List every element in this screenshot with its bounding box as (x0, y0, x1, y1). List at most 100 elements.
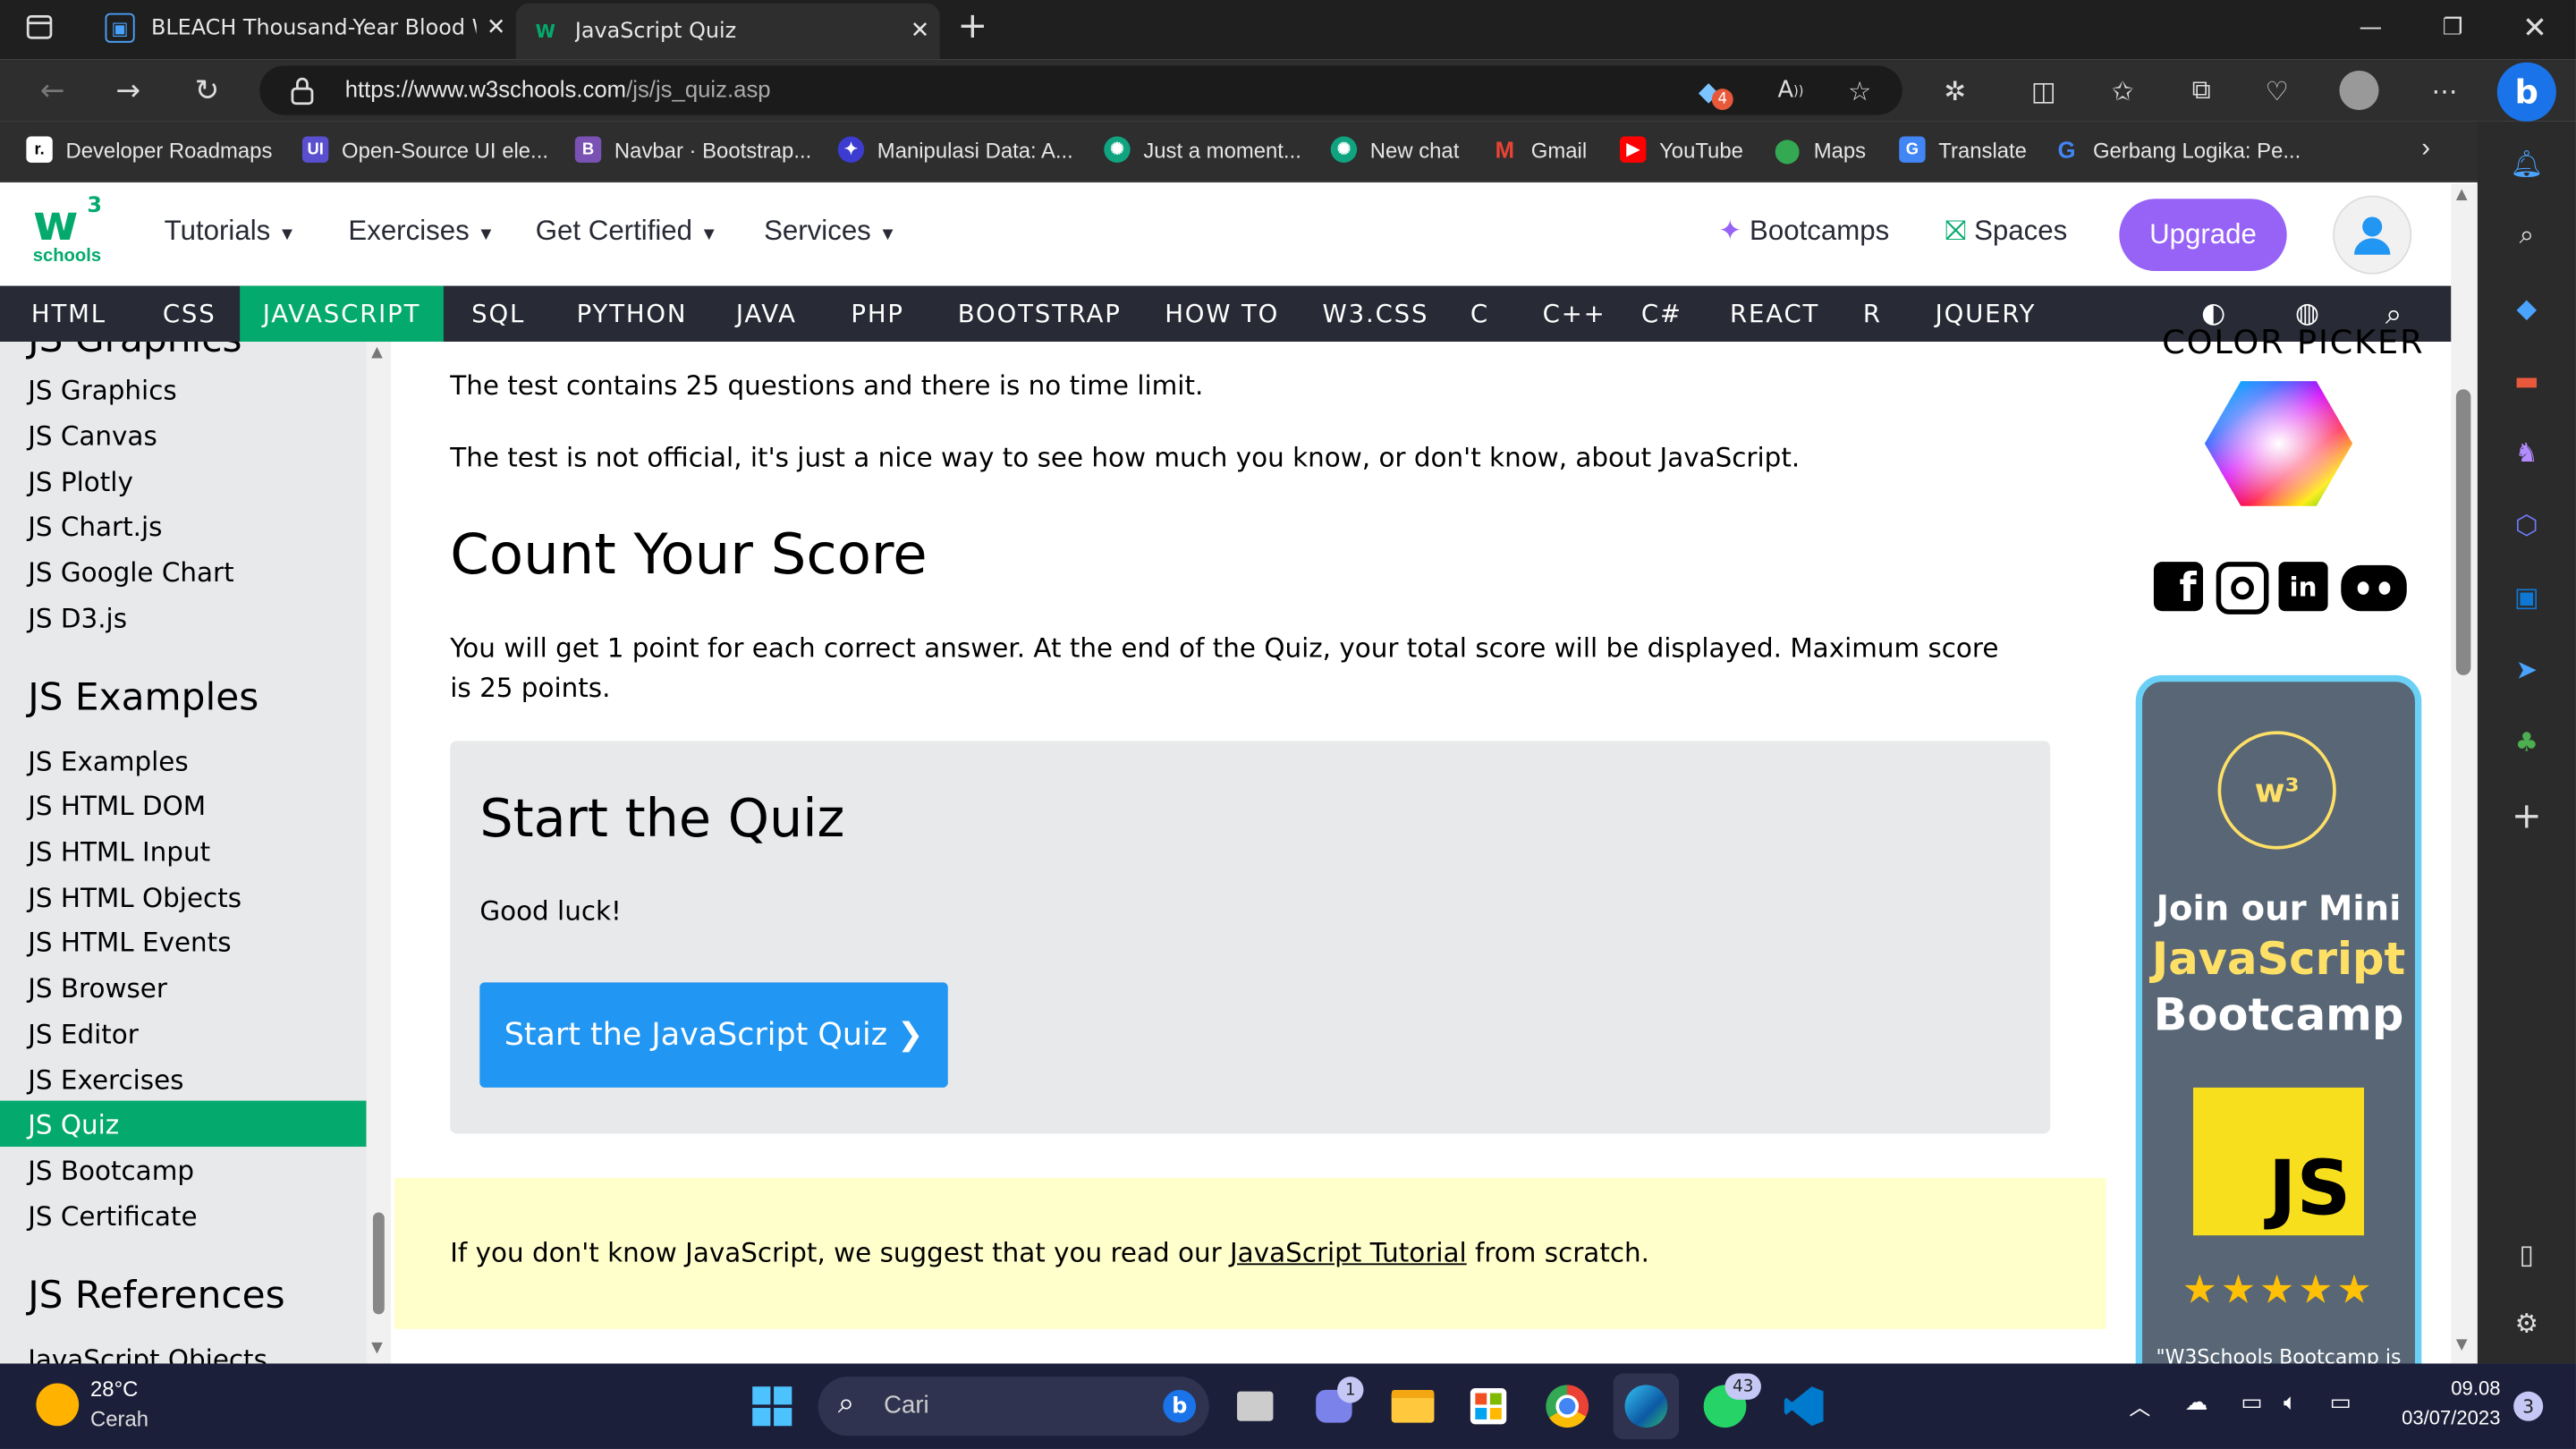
sidebar-scroll-thumb[interactable] (372, 1212, 385, 1315)
bookmark-translate[interactable]: G Translate (1899, 131, 2027, 167)
tab-bleach[interactable]: ▣ BLEACH Thousand-Year Blood W ✕ (89, 0, 516, 55)
drop-send-icon[interactable]: ➤ (2502, 644, 2551, 693)
hide-sidebar-icon[interactable]: ▯ (2502, 1229, 2551, 1278)
close-tab-icon[interactable]: ✕ (901, 18, 940, 44)
outlook-icon[interactable]: ▣ (2502, 572, 2551, 621)
refresh-icon[interactable]: ↻ (174, 59, 240, 122)
page-scrollbar[interactable]: ▲ ▼ (2451, 183, 2478, 1364)
microsoft-365-icon[interactable]: ⬡ (2502, 499, 2551, 548)
clock-date[interactable]: 03/07/2023 (2385, 1406, 2500, 1429)
bookmark-just-a-moment[interactable]: ✺ Just a moment... (1104, 131, 1301, 167)
favorite-star-icon[interactable]: ☆ (1834, 65, 1886, 114)
battery-icon[interactable]: ▭ (2329, 1390, 2351, 1416)
sidebar-item[interactable]: JS Certificate (0, 1192, 367, 1238)
topic-javascript[interactable]: JAVASCRIPT (240, 285, 444, 343)
add-sidebar-plus-icon[interactable]: + (2502, 792, 2551, 841)
taskbar-search-box[interactable]: ⌕ Cari b (818, 1377, 1209, 1436)
teams-chat-icon[interactable]: 1 (1301, 1373, 1367, 1438)
more-bookmarks-chevron-icon[interactable]: › (2421, 131, 2430, 167)
sidebar-item[interactable]: JS Graphics (0, 367, 367, 412)
javascript-tutorial-link[interactable]: JavaScript Tutorial (1230, 1237, 1467, 1268)
topic-bootstrap[interactable]: BOOTSTRAP (958, 286, 1122, 342)
w3schools-logo[interactable]: w 3 schools (33, 194, 108, 272)
read-aloud-icon[interactable]: A)) (1765, 65, 1818, 114)
topic-csharp[interactable]: C# (1641, 286, 1682, 342)
clock-time[interactable]: 09.08 (2419, 1377, 2500, 1400)
tree-icon[interactable]: ♣ (2502, 716, 2551, 766)
windows-start-icon[interactable] (740, 1373, 805, 1438)
tab-actions-icon[interactable] (23, 13, 56, 43)
onedrive-cloud-icon[interactable]: ☁ (2185, 1390, 2208, 1416)
scroll-up-icon[interactable]: ▲ (2456, 187, 2468, 203)
spaces-link[interactable]: ⛝ Spaces (1945, 216, 2068, 249)
search-icon[interactable]: ⌕ (2502, 210, 2551, 259)
sidebar-item[interactable]: JS Chart.js (0, 503, 367, 548)
sidebar-item[interactable]: JS HTML Input (0, 828, 367, 874)
profile-avatar-icon[interactable] (2333, 65, 2385, 114)
collections-icon[interactable]: ⧉ (2175, 65, 2228, 114)
sidebar-item[interactable]: JavaScript Objects (0, 1335, 367, 1364)
favorites-list-icon[interactable]: ✩ (2097, 65, 2149, 114)
topic-java[interactable]: JAVA (736, 286, 797, 342)
bookmark-developer-roadmaps[interactable]: r. Developer Roadmaps (26, 131, 272, 167)
more-options-icon[interactable]: ⋯ (2419, 65, 2471, 114)
bookmark-open-source-ui[interactable]: UI Open-Source UI ele... (301, 131, 548, 167)
sidebar-item-active[interactable]: JS Quiz (0, 1100, 367, 1148)
minimize-icon[interactable]: — (2333, 0, 2408, 55)
topic-how-to[interactable]: HOW TO (1165, 286, 1279, 342)
sidebar-item[interactable]: JS Plotly (0, 458, 367, 504)
sidebar-item[interactable]: JS Browser (0, 964, 367, 1010)
bing-chat-icon[interactable]: b (2496, 62, 2556, 122)
sidebar-item[interactable]: JS Bootcamp (0, 1147, 367, 1192)
topic-r[interactable]: R (1863, 286, 1882, 342)
file-explorer-icon[interactable] (1380, 1373, 1445, 1438)
sidebar-scrollbar[interactable]: ▲ ▼ (366, 342, 392, 1364)
linkedin-icon[interactable]: in (2278, 562, 2328, 612)
topic-css[interactable]: CSS (163, 286, 216, 342)
topic-html[interactable]: HTML (31, 286, 106, 342)
scroll-down-icon[interactable]: ▼ (371, 1341, 383, 1357)
menu-exercises[interactable]: Exercises ▼ (348, 216, 495, 249)
topic-react[interactable]: REACT (1730, 286, 1819, 342)
show-hidden-icons-chevron[interactable]: ︿ (2129, 1390, 2150, 1421)
sidebar-item[interactable]: JS Editor (0, 1011, 367, 1056)
sidebar-item[interactable]: JS HTML DOM (0, 782, 367, 827)
notification-count-badge[interactable]: 3 (2513, 1391, 2544, 1421)
start-quiz-button[interactable]: Start the JavaScript Quiz ❯ (479, 982, 948, 1088)
color-picker-hexagon[interactable] (2204, 377, 2353, 509)
notification-bell-icon[interactable]: 🔔︎ (2502, 138, 2551, 187)
close-window-icon[interactable]: ✕ (2497, 0, 2572, 55)
instagram-icon[interactable] (2216, 562, 2269, 614)
menu-get-certified[interactable]: Get Certified ▼ (536, 216, 718, 249)
forward-arrow-icon[interactable]: → (96, 59, 161, 122)
menu-services[interactable]: Services ▼ (764, 216, 896, 249)
topic-jquery[interactable]: JQUERY (1936, 286, 2037, 342)
extensions-icon[interactable]: ✲ (1928, 65, 1981, 114)
back-arrow-icon[interactable]: ← (20, 59, 85, 122)
topic-cpp[interactable]: C++ (1543, 286, 1606, 342)
topic-c[interactable]: C (1470, 286, 1489, 342)
weather-text[interactable]: Cerah (90, 1406, 148, 1431)
sidebar-item[interactable]: JS HTML Events (0, 919, 367, 964)
user-profile-button[interactable] (2333, 195, 2412, 275)
bookmark-navbar-bootstrap[interactable]: B Navbar · Bootstrap... (574, 131, 811, 167)
sidebar-item[interactable]: JS HTML Objects (0, 874, 367, 919)
games-icon[interactable]: ♞ (2502, 428, 2551, 477)
vscode-icon[interactable] (1771, 1373, 1836, 1438)
scroll-down-icon[interactable]: ▼ (2456, 1337, 2468, 1353)
topic-w3css[interactable]: W3.CSS (1323, 286, 1429, 342)
settings-gear-icon[interactable]: ⚙ (2502, 1298, 2551, 1347)
scroll-up-icon[interactable]: ▲ (371, 345, 383, 361)
facebook-icon[interactable]: f (2153, 562, 2204, 612)
weather-sun-icon[interactable] (36, 1383, 80, 1427)
restore-icon[interactable]: ❐ (2415, 0, 2490, 55)
tab-javascript-quiz[interactable]: W JavaScript Quiz ✕ (515, 3, 940, 60)
page-scroll-thumb[interactable] (2455, 389, 2471, 675)
sidebar-item[interactable]: JS D3.js (0, 595, 367, 640)
close-tab-icon[interactable]: ✕ (477, 15, 516, 41)
volume-icon[interactable]: 🔈︎ (2284, 1390, 2297, 1416)
sidebar-item[interactable]: JS Canvas (0, 412, 367, 458)
split-screen-icon[interactable]: ◫ (2017, 65, 2070, 114)
bootcamp-ad[interactable]: w³ Join our Mini JavaScript Bootcamp JS … (2135, 674, 2422, 1399)
bootcamps-link[interactable]: ✦ Bootcamps (1718, 216, 1889, 249)
